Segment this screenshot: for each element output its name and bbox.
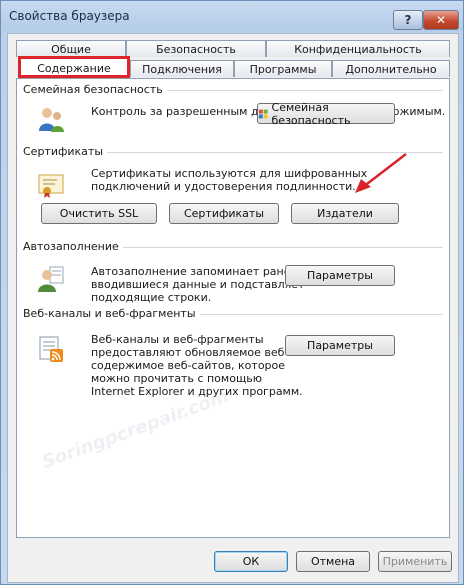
autocomplete-description-line1: Автозаполнение запоминает ранее <box>91 265 298 278</box>
browser-properties-window: Свойства браузера ? ✕ Общие Безопасность… <box>0 0 464 585</box>
autocomplete-user-icon <box>38 266 64 292</box>
family-safety-title: Семейная безопасность <box>23 83 167 96</box>
close-button[interactable]: ✕ <box>423 10 459 30</box>
certificates-title: Сертификаты <box>23 145 108 158</box>
certificates-description-line2: подключений и удостоверения подлинности. <box>91 180 356 193</box>
certificates-button[interactable]: Сертификаты <box>169 203 279 224</box>
active-tab-highlight <box>18 56 130 78</box>
title-bar[interactable]: Свойства браузера ? ✕ <box>1 1 463 31</box>
autocomplete-title: Автозаполнение <box>23 240 123 253</box>
window-title: Свойства браузера <box>9 9 130 23</box>
tab-privacy[interactable]: Конфиденциальность <box>266 40 450 57</box>
content-tab-panel: Семейная безопасность Контроль за разреш… <box>16 78 450 538</box>
help-button[interactable]: ? <box>393 10 423 30</box>
feeds-description-line4: можно прочитать с помощью <box>91 372 263 385</box>
tab-advanced[interactable]: Дополнительно <box>332 60 450 77</box>
tab-security[interactable]: Безопасность <box>126 40 266 57</box>
certificate-icon <box>38 174 64 198</box>
certificates-description-line1: Сертификаты используются для шифрованных <box>91 167 368 180</box>
feeds-description-line2: предоставляют обновляемое веб- <box>91 346 289 359</box>
ok-button[interactable]: ОК <box>214 551 288 572</box>
publishers-button[interactable]: Издатели <box>291 203 399 224</box>
windows-shield-icon <box>258 109 268 118</box>
autocomplete-description-line2: вводившиеся данные и подставляет <box>91 278 305 291</box>
autocomplete-description-line3: подходящие строки. <box>91 291 212 304</box>
autocomplete-settings-button[interactable]: Параметры <box>285 265 395 286</box>
apply-button[interactable]: Применить <box>378 551 452 572</box>
tab-programs[interactable]: Программы <box>234 60 332 77</box>
dialog-client-area: Общие Безопасность Конфиденциальность Со… <box>7 33 459 583</box>
rss-feed-icon <box>39 336 63 362</box>
family-safety-button-label: Семейная безопасность <box>271 100 351 127</box>
watermark-text: Soringpcrepair.com <box>39 385 232 474</box>
cancel-button[interactable]: Отмена <box>296 551 370 572</box>
feeds-settings-button[interactable]: Параметры <box>285 335 395 356</box>
tab-connections[interactable]: Подключения <box>130 60 234 77</box>
family-safety-button[interactable]: Семейная безопасность <box>257 100 395 127</box>
family-users-icon <box>39 108 64 132</box>
feeds-title: Веб-каналы и веб-фрагменты <box>23 307 200 320</box>
clear-ssl-button[interactable]: Очистить SSL <box>41 203 157 224</box>
tab-general[interactable]: Общие <box>16 40 126 57</box>
feeds-description-line3: содержимое веб-сайтов, которое <box>91 359 286 372</box>
feeds-description-line1: Веб-каналы и веб-фрагменты <box>91 333 264 346</box>
annotation-arrow-icon <box>355 153 407 193</box>
